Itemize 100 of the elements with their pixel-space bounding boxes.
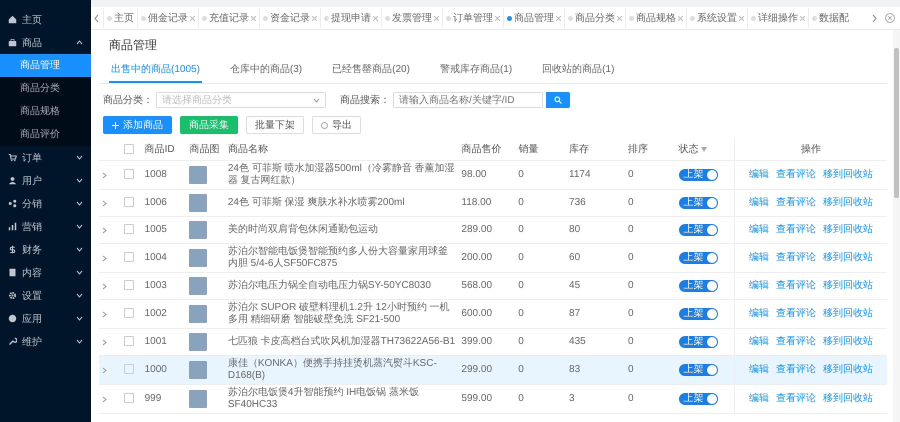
menu-item[interactable]: 商品 bbox=[0, 31, 91, 54]
status-toggle[interactable]: 上架 bbox=[678, 169, 718, 181]
submenu-item[interactable]: 商品分类 bbox=[0, 77, 91, 100]
page-tab[interactable]: 佣金记录 bbox=[137, 8, 198, 28]
row-checkbox[interactable] bbox=[124, 364, 134, 374]
action-link[interactable]: 编辑 bbox=[749, 197, 770, 209]
page-tab[interactable]: 订单管理 bbox=[442, 8, 503, 28]
action-link[interactable]: 编辑 bbox=[749, 393, 770, 405]
page-tab[interactable]: 数据配 bbox=[808, 8, 852, 28]
action-button[interactable]: 批量下架 bbox=[246, 116, 304, 134]
menu-item[interactable]: 分销 bbox=[0, 192, 91, 215]
menu-item[interactable]: 维护 bbox=[0, 330, 91, 353]
menu-item[interactable]: 设置 bbox=[0, 284, 91, 307]
close-icon[interactable] bbox=[678, 16, 683, 20]
close-icon[interactable] bbox=[617, 16, 622, 20]
row-checkbox[interactable] bbox=[124, 393, 134, 404]
action-link[interactable]: 查看评论 bbox=[776, 336, 816, 348]
action-link[interactable]: 编辑 bbox=[749, 252, 770, 264]
status-toggle[interactable]: 上架 bbox=[678, 224, 718, 236]
filter-tab[interactable]: 出售中的商品(1005) bbox=[109, 58, 202, 83]
action-button[interactable]: 添加商品 bbox=[103, 116, 172, 134]
filter-icon[interactable] bbox=[701, 147, 708, 152]
close-icon[interactable] bbox=[373, 16, 378, 20]
close-icon[interactable] bbox=[495, 16, 500, 20]
page-tab[interactable]: 详细操作 bbox=[747, 8, 808, 28]
close-icon[interactable] bbox=[800, 16, 805, 20]
action-link[interactable]: 编辑 bbox=[749, 169, 770, 181]
filter-tab[interactable]: 仓库中的商品(3) bbox=[228, 58, 304, 83]
action-link[interactable]: 查看评论 bbox=[776, 364, 816, 376]
menu-item[interactable]: 主页 bbox=[0, 8, 91, 31]
submenu-item[interactable]: 商品管理 bbox=[0, 54, 91, 77]
page-tab[interactable]: 商品规格 bbox=[625, 8, 686, 28]
row-checkbox[interactable] bbox=[124, 197, 134, 208]
expand-icon[interactable] bbox=[102, 226, 107, 234]
action-button[interactable]: 导出 bbox=[312, 116, 361, 134]
page-tab[interactable]: 主页 bbox=[103, 8, 137, 28]
scrollbar[interactable] bbox=[893, 30, 900, 422]
action-link[interactable]: 查看评论 bbox=[776, 197, 816, 209]
close-icon[interactable] bbox=[190, 16, 195, 20]
submenu-item[interactable]: 商品规格 bbox=[0, 100, 91, 123]
status-toggle[interactable]: 上架 bbox=[678, 308, 718, 320]
menu-item[interactable]: 营销 bbox=[0, 215, 91, 238]
action-link[interactable]: 查看评论 bbox=[776, 280, 816, 292]
action-button[interactable]: 商品采集 bbox=[180, 116, 238, 134]
menu-item[interactable]: 财务 bbox=[0, 238, 91, 261]
status-toggle[interactable]: 上架 bbox=[678, 393, 718, 405]
action-link[interactable]: 移到回收站 bbox=[823, 393, 874, 405]
action-link[interactable]: 查看评论 bbox=[776, 393, 816, 405]
action-link[interactable]: 移到回收站 bbox=[823, 252, 874, 264]
submenu-item[interactable]: 商品评价 bbox=[0, 123, 91, 146]
select-all-checkbox[interactable] bbox=[124, 144, 134, 154]
expand-icon[interactable] bbox=[102, 338, 107, 346]
status-toggle[interactable]: 上架 bbox=[678, 280, 718, 292]
search-field[interactable]: 请输入商品名称/关键字/ID bbox=[393, 92, 543, 108]
expand-icon[interactable] bbox=[102, 396, 107, 402]
status-toggle[interactable]: 上架 bbox=[678, 364, 718, 376]
status-toggle[interactable]: 上架 bbox=[678, 197, 718, 209]
close-icon[interactable] bbox=[556, 16, 561, 20]
action-link[interactable]: 查看评论 bbox=[776, 224, 816, 236]
page-tab[interactable]: 系统设置 bbox=[686, 8, 747, 28]
row-checkbox[interactable] bbox=[124, 252, 134, 262]
close-icon[interactable] bbox=[251, 16, 256, 20]
close-icon[interactable] bbox=[885, 13, 895, 23]
filter-tab[interactable]: 回收站的商品(1) bbox=[540, 58, 616, 83]
expand-icon[interactable] bbox=[102, 172, 107, 178]
expand-icon[interactable] bbox=[102, 282, 107, 290]
expand-icon[interactable] bbox=[102, 366, 107, 374]
search-button[interactable] bbox=[546, 92, 570, 108]
row-checkbox[interactable] bbox=[124, 336, 134, 346]
action-link[interactable]: 编辑 bbox=[749, 224, 770, 236]
page-tab[interactable]: 资金记录 bbox=[259, 8, 320, 28]
close-icon[interactable] bbox=[434, 16, 439, 20]
page-tab[interactable]: 商品管理 bbox=[503, 8, 564, 28]
page-tab[interactable]: 提现申请 bbox=[320, 8, 381, 28]
action-link[interactable]: 查看评论 bbox=[776, 169, 816, 181]
row-checkbox[interactable] bbox=[124, 224, 134, 234]
expand-icon[interactable] bbox=[102, 200, 107, 206]
row-checkbox[interactable] bbox=[124, 308, 134, 318]
menu-item[interactable]: 用户 bbox=[0, 169, 91, 192]
action-link[interactable]: 查看评论 bbox=[776, 308, 816, 320]
expand-icon[interactable] bbox=[102, 310, 107, 318]
close-icon[interactable] bbox=[312, 16, 317, 20]
filter-tab[interactable]: 已经售罄商品(20) bbox=[330, 58, 412, 83]
status-toggle[interactable]: 上架 bbox=[678, 336, 718, 348]
action-link[interactable]: 移到回收站 bbox=[823, 364, 874, 376]
menu-item[interactable]: 订单 bbox=[0, 146, 91, 169]
row-checkbox[interactable] bbox=[124, 280, 134, 290]
action-link[interactable]: 编辑 bbox=[749, 336, 770, 348]
menu-item[interactable]: 内容 bbox=[0, 261, 91, 284]
action-link[interactable]: 移到回收站 bbox=[823, 280, 874, 292]
action-link[interactable]: 编辑 bbox=[749, 308, 770, 320]
status-toggle[interactable]: 上架 bbox=[678, 252, 718, 264]
action-link[interactable]: 查看评论 bbox=[776, 252, 816, 264]
action-link[interactable]: 编辑 bbox=[749, 280, 770, 292]
page-tab[interactable]: 发票管理 bbox=[381, 8, 442, 28]
page-tab[interactable]: 商品分类 bbox=[564, 8, 625, 28]
action-link[interactable]: 移到回收站 bbox=[823, 169, 874, 181]
row-checkbox[interactable] bbox=[124, 169, 134, 180]
action-link[interactable]: 移到回收站 bbox=[823, 224, 874, 236]
filter-tab[interactable]: 警戒库存商品(1) bbox=[438, 58, 514, 83]
